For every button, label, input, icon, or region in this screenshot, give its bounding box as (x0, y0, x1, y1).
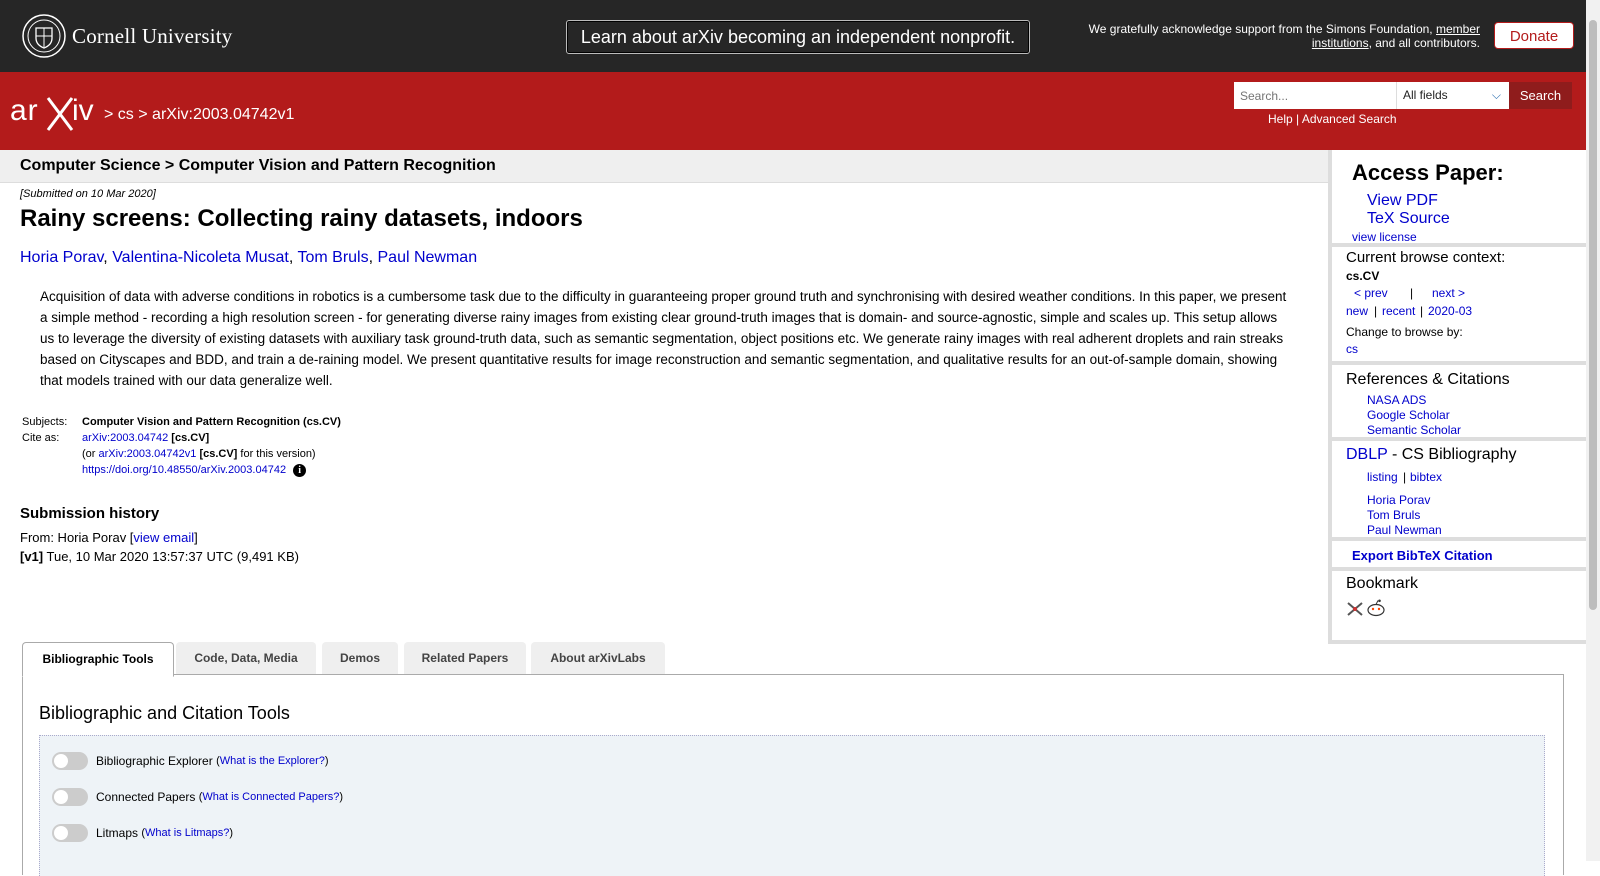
cornell-seal-icon (22, 14, 66, 58)
search-input[interactable] (1234, 82, 1396, 109)
info-icon[interactable]: i (293, 464, 307, 477)
reddit-icon[interactable] (1366, 599, 1386, 617)
tool-help-link[interactable]: What is Litmaps? (145, 827, 229, 839)
svg-text:ar: ar (10, 94, 39, 127)
dblp-author-link[interactable]: Tom Bruls (1367, 508, 1420, 522)
breadcrumb-cs[interactable]: cs (118, 106, 134, 123)
tab-code-data-media[interactable]: Code, Data, Media (176, 642, 316, 674)
subjects-label: Subjects: (22, 416, 68, 428)
arxiv-header: ar iv > cs > arXiv:2003.04742v1 All fiel… (0, 72, 1600, 150)
breadcrumb: > cs > arXiv:2003.04742v1 (104, 106, 295, 123)
cite-version-link[interactable]: arXiv:2003.04742v1 (99, 448, 197, 460)
search-field-select[interactable]: All fields ⌵ (1396, 82, 1509, 109)
subjects-value: Computer Vision and Pattern Recognition … (82, 416, 341, 428)
export-section: Export BibTeX Citation (1332, 541, 1590, 571)
tools-box: Bibliographic Explorer (What is the Expl… (39, 735, 1545, 876)
author-list: Horia Porav, Valentina-Nicoleta Musat, T… (20, 249, 478, 266)
version-label: [v1] (20, 549, 44, 564)
breadcrumb-paper-id: arXiv:2003.04742v1 (152, 106, 295, 123)
google-scholar-link[interactable]: Google Scholar (1367, 408, 1450, 422)
browse-context-heading: Current browse context: (1346, 249, 1506, 266)
author-link[interactable]: Paul Newman (378, 249, 478, 266)
references-heading: References & Citations (1346, 371, 1510, 388)
donate-button[interactable]: Donate (1494, 22, 1574, 49)
author-link[interactable]: Valentina-Nicoleta Musat (112, 249, 289, 266)
semantic-scholar-link[interactable]: Semantic Scholar (1367, 423, 1461, 437)
svg-text:iv: iv (72, 94, 94, 127)
access-paper-section: Access Paper: View PDF TeX Source view l… (1332, 150, 1590, 247)
references-section: References & Citations NASA ADS Google S… (1332, 365, 1590, 441)
help-link[interactable]: Help (1268, 112, 1293, 126)
page-scrollbar[interactable] (1586, 0, 1600, 861)
connected-papers-toggle[interactable] (52, 788, 88, 806)
institution-name: Cornell University (72, 23, 233, 48)
prev-link[interactable]: < prev (1354, 286, 1388, 300)
month-link[interactable]: 2020-03 (1428, 304, 1472, 318)
tool-row: Bibliographic Explorer (What is the Expl… (52, 752, 329, 770)
dblp-author-link[interactable]: Horia Porav (1367, 493, 1430, 507)
tab-related-papers[interactable]: Related Papers (404, 642, 526, 674)
paper-title: Rainy screens: Collecting rainy datasets… (20, 205, 583, 232)
search-button[interactable]: Search (1509, 82, 1572, 109)
sidebar: Access Paper: View PDF TeX Source view l… (1328, 150, 1590, 644)
metadata-table: Subjects: Computer Vision and Pattern Re… (22, 416, 341, 477)
browse-context-value: cs.CV (1346, 269, 1380, 283)
listing-link[interactable]: listing (1367, 470, 1398, 484)
chevron-down-icon: ⌵ (1491, 88, 1501, 102)
tab-about-arxivlabs[interactable]: About arXivLabs (531, 642, 665, 674)
change-browse-label: Change to browse by: (1346, 325, 1463, 339)
bibliographic-explorer-toggle[interactable] (52, 752, 88, 770)
tex-source-link[interactable]: TeX Source (1367, 210, 1450, 228)
nonprofit-banner[interactable]: Learn about arXiv becoming an independen… (566, 20, 1030, 54)
doi-link[interactable]: https://doi.org/10.48550/arXiv.2003.0474… (82, 464, 286, 476)
search-help-links: Help | Advanced Search (1268, 112, 1397, 126)
cite-label: Cite as: (22, 432, 60, 444)
tool-help-link[interactable]: What is the Explorer? (220, 755, 325, 767)
bookmark-heading: Bookmark (1346, 575, 1419, 592)
cite-id-link[interactable]: arXiv:2003.04742 (82, 432, 168, 444)
bibtex-link[interactable]: bibtex (1410, 470, 1442, 484)
category-bar: Computer Science > Computer Vision and P… (0, 150, 1328, 183)
dblp-section: DBLP - CS Bibliography listing | bibtex … (1332, 441, 1590, 541)
tools-heading: Bibliographic and Citation Tools (39, 703, 290, 723)
tool-help-link[interactable]: What is Connected Papers? (202, 791, 339, 803)
submitter-line: From: Horia Porav [view email] (20, 530, 198, 545)
export-bibtex-link[interactable]: Export BibTeX Citation (1352, 548, 1493, 563)
advanced-search-link[interactable]: Advanced Search (1302, 112, 1397, 126)
tab-bibliographic-tools[interactable]: Bibliographic Tools (22, 642, 174, 677)
category-heading: Computer Science > Computer Vision and P… (20, 157, 496, 174)
tool-row: Connected Papers (What is Connected Pape… (52, 788, 343, 806)
version-line: [v1] Tue, 10 Mar 2020 13:57:37 UTC (9,49… (20, 549, 299, 564)
abstract: Acquisition of data with adverse conditi… (40, 289, 1287, 388)
tab-panel: Bibliographic and Citation Tools Bibliog… (22, 674, 1564, 876)
tool-row: Litmaps (What is Litmaps?) (52, 824, 233, 842)
view-license-link[interactable]: view license (1352, 230, 1417, 244)
recent-link[interactable]: recent (1382, 304, 1415, 318)
view-pdf-link[interactable]: View PDF (1367, 192, 1438, 210)
browse-context-section: Current browse context: cs.CV < prev | n… (1332, 247, 1590, 365)
bookmark-section: Bookmark (1332, 571, 1590, 636)
new-link[interactable]: new (1346, 304, 1368, 318)
view-email-link[interactable]: view email (133, 530, 194, 545)
author-link[interactable]: Horia Porav (20, 249, 103, 266)
bibsonomy-icon[interactable] (1346, 601, 1364, 617)
author-link[interactable]: Tom Bruls (297, 249, 368, 266)
access-paper-heading: Access Paper: (1352, 160, 1504, 185)
cornell-logo[interactable]: Cornell University (22, 14, 233, 58)
submission-history-heading: Submission history (20, 505, 160, 522)
browse-cs-link[interactable]: cs (1346, 342, 1358, 356)
litmaps-toggle[interactable] (52, 824, 88, 842)
arxiv-logo[interactable]: ar iv (10, 92, 102, 132)
cite-category: [cs.CV] (171, 432, 210, 444)
tab-demos[interactable]: Demos (322, 642, 398, 674)
submission-date: [Submitted on 10 Mar 2020] (20, 188, 156, 200)
nasa-ads-link[interactable]: NASA ADS (1367, 393, 1426, 407)
support-text: We gratefully acknowledge support from t… (1088, 22, 1480, 50)
dblp-link[interactable]: DBLP (1346, 446, 1388, 463)
top-bar: Cornell University Learn about arXiv bec… (0, 0, 1600, 72)
version-date: Tue, 10 Mar 2020 13:57:37 UTC (9,491 KB) (46, 549, 299, 564)
dblp-author-link[interactable]: Paul Newman (1367, 523, 1442, 537)
next-link[interactable]: next > (1432, 286, 1465, 300)
scrollbar-thumb[interactable] (1589, 20, 1597, 610)
